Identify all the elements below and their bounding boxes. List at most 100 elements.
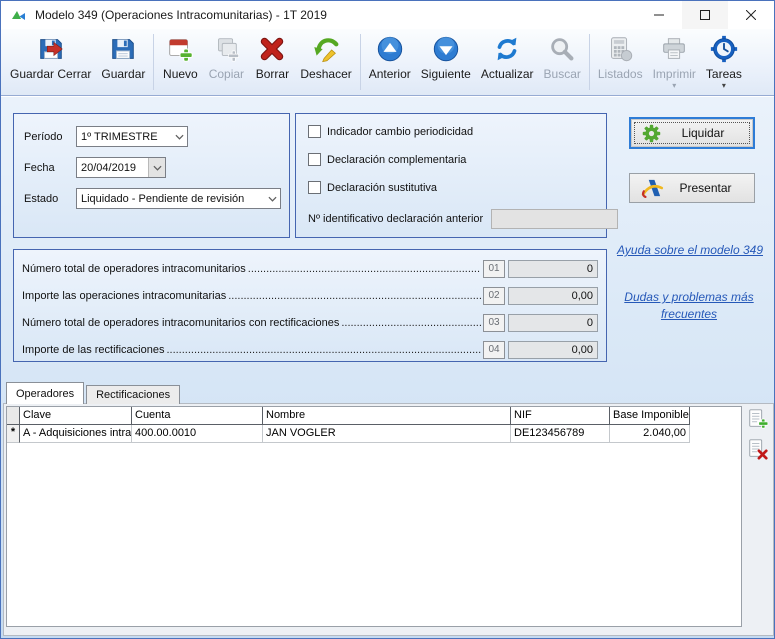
toolbar-label: Imprimir: [652, 67, 696, 81]
period-panel: Período 1º TRIMESTRE Fecha 20/04/2019 Es…: [13, 113, 290, 238]
periodo-select[interactable]: 1º TRIMESTRE: [76, 126, 188, 147]
column-header-cuenta[interactable]: Cuenta: [132, 407, 263, 425]
chevron-down-icon[interactable]: [148, 158, 165, 177]
minimize-button[interactable]: [636, 1, 682, 29]
aeat-logo-icon: [639, 175, 665, 201]
tab-operadores[interactable]: Operadores: [6, 382, 85, 404]
toolbar: Guardar Cerrar Guardar Nuevo Copiar Borr…: [1, 29, 774, 96]
toolbar-label: Copiar: [208, 67, 245, 81]
totals-row: Importe las operaciones intracomunitaria…: [22, 286, 598, 305]
app-icon: [11, 7, 27, 23]
tab-rectificaciones[interactable]: Rectificaciones: [86, 385, 181, 404]
toolbar-save-button[interactable]: Guardar: [96, 32, 150, 90]
faq-link[interactable]: Dudas y problemas más frecuentes: [619, 289, 759, 323]
next-icon: [430, 33, 462, 65]
toolbar-search-button[interactable]: Buscar: [539, 32, 586, 90]
column-header-clave[interactable]: Clave: [20, 407, 132, 425]
delete-icon: [256, 33, 288, 65]
declaration-panel: Indicador cambio periodicidad Declaració…: [295, 113, 619, 238]
total-amount-value[interactable]: [508, 286, 598, 305]
table-row[interactable]: * A - Adquisiciones intrac 400.00.0010 J…: [7, 425, 741, 443]
fecha-datepicker[interactable]: 20/04/2019: [76, 157, 166, 178]
presentar-label: Presentar: [679, 181, 732, 195]
toolbar-print-button[interactable]: Imprimir ▾: [648, 32, 701, 90]
toolbar-copy-button[interactable]: Copiar: [203, 32, 249, 90]
row-selector[interactable]: *: [7, 425, 20, 443]
cell-clave[interactable]: A - Adquisiciones intrac: [20, 425, 132, 443]
toolbar-label: Borrar: [255, 67, 290, 81]
total-operators-label: Número total de operadores intracomunita…: [22, 262, 246, 275]
add-row-icon: [749, 409, 769, 429]
estado-label: Estado: [24, 192, 59, 205]
total-rectifications-amount-value[interactable]: [508, 340, 598, 359]
toolbar-label: Actualizar: [480, 67, 534, 81]
field-code-box: 03: [483, 313, 505, 332]
previous-icon: [374, 33, 406, 65]
total-rectified-operators-value[interactable]: [508, 313, 598, 332]
toolbar-next-button[interactable]: Siguiente: [416, 32, 476, 90]
toolbar-save-close-button[interactable]: Guardar Cerrar: [5, 32, 96, 90]
toolbar-previous-button[interactable]: Anterior: [364, 32, 416, 90]
toolbar-tasks-button[interactable]: Tareas ▾: [701, 32, 747, 90]
print-icon: [658, 33, 690, 65]
column-header-base-imponible[interactable]: Base Imponible: [610, 407, 690, 425]
chevron-down-icon: [171, 134, 187, 140]
declaracion-complementaria-checkbox[interactable]: [308, 153, 321, 166]
dotted-leader: [228, 290, 481, 302]
toolbar-label: Listados: [597, 67, 643, 81]
toolbar-label: Guardar Cerrar: [10, 67, 92, 81]
save-icon: [107, 33, 139, 65]
tab-strip: Operadores Rectificaciones: [6, 382, 181, 404]
gear-icon: [641, 123, 662, 144]
indicador-cambio-checkbox[interactable]: [308, 125, 321, 138]
estado-value: Liquidado - Pendiente de revisión: [81, 192, 245, 205]
help-model-link[interactable]: Ayuda sobre el modelo 349: [609, 243, 771, 257]
refresh-icon: [491, 33, 523, 65]
column-header-nif[interactable]: NIF: [511, 407, 610, 425]
cell-nif[interactable]: DE123456789: [511, 425, 610, 443]
totals-panel: Número total de operadores intracomunita…: [13, 249, 607, 362]
column-header-nombre[interactable]: Nombre: [263, 407, 511, 425]
total-rectified-operators-label: Número total de operadores intracomunita…: [22, 316, 340, 329]
delete-row-button[interactable]: [746, 437, 770, 461]
close-icon: [746, 10, 756, 20]
total-operators-value[interactable]: [508, 259, 598, 278]
declaracion-sustitutiva-checkbox[interactable]: [308, 181, 321, 194]
toolbar-label: Buscar: [543, 67, 581, 81]
toolbar-new-button[interactable]: Nuevo: [157, 32, 203, 90]
toolbar-undo-button[interactable]: Deshacer: [295, 32, 356, 90]
dropdown-arrow-icon: ▾: [672, 81, 677, 90]
periodo-label: Período: [24, 130, 63, 143]
toolbar-reports-button[interactable]: Listados: [593, 32, 648, 90]
cell-cuenta[interactable]: 400.00.0010: [132, 425, 263, 443]
field-code-box: 01: [483, 259, 505, 278]
presentar-button[interactable]: Presentar: [629, 173, 755, 203]
toolbar-separator: [588, 34, 590, 90]
dotted-leader: [341, 317, 481, 329]
liquidar-label: Liquidar: [681, 126, 725, 140]
estado-select[interactable]: Liquidado - Pendiente de revisión: [76, 188, 281, 209]
prev-declaration-label: Nº identificativo declaración anterior: [308, 213, 484, 225]
toolbar-refresh-button[interactable]: Actualizar: [476, 32, 539, 90]
toolbar-label: Nuevo: [163, 67, 198, 81]
indicador-cambio-label: Indicador cambio periodicidad: [327, 125, 474, 138]
maximize-button[interactable]: [682, 1, 728, 29]
cell-base-imponible[interactable]: 2.040,00: [610, 425, 690, 443]
totals-row: Importe de las rectificaciones 04: [22, 340, 598, 359]
maximize-icon: [700, 10, 710, 20]
dotted-leader: [166, 344, 481, 356]
search-icon: [546, 33, 578, 65]
prev-declaration-input[interactable]: [491, 209, 619, 229]
total-amount-label: Importe las operaciones intracomunitaria…: [22, 289, 227, 302]
toolbar-delete-button[interactable]: Borrar: [249, 32, 295, 90]
periodo-value: 1º TRIMESTRE: [81, 130, 158, 143]
toolbar-separator: [359, 34, 361, 90]
toolbar-label: Deshacer: [300, 67, 352, 81]
copy-icon: [210, 33, 242, 65]
close-button[interactable]: [728, 1, 774, 29]
total-rectifications-amount-label: Importe de las rectificaciones: [22, 343, 165, 356]
liquidar-button[interactable]: Liquidar: [629, 117, 755, 149]
cell-nombre[interactable]: JAN VOGLER: [263, 425, 511, 443]
toolbar-label: Guardar: [101, 67, 146, 81]
add-row-button[interactable]: [746, 407, 770, 431]
